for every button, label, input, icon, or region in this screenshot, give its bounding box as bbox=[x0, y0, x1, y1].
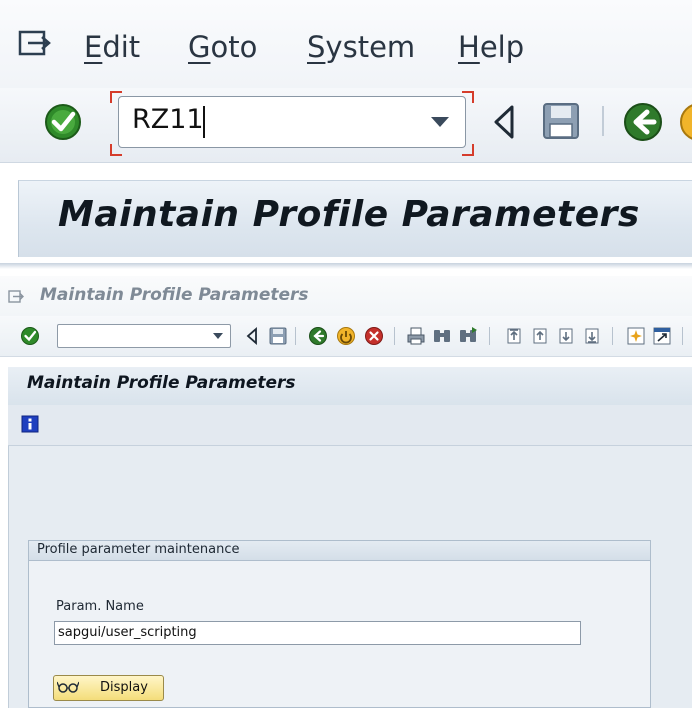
save-icon[interactable] bbox=[541, 102, 581, 140]
page-title: Maintain Profile Parameters bbox=[58, 194, 640, 235]
toolbar-separator bbox=[612, 327, 613, 345]
menu-item-edit[interactable]: Edit bbox=[84, 30, 140, 64]
window-title: Maintain Profile Parameters bbox=[40, 285, 309, 305]
back-icon[interactable] bbox=[622, 101, 664, 143]
screen-title: Maintain Profile Parameters bbox=[27, 373, 296, 393]
menu-item-goto[interactable]: Goto bbox=[188, 30, 257, 64]
back-triangle-icon[interactable] bbox=[492, 104, 516, 140]
command-field-value: RZ11 bbox=[132, 104, 204, 135]
last-page-icon[interactable] bbox=[582, 326, 602, 346]
toolbar-separator bbox=[295, 327, 296, 345]
dropdown-arrow-icon[interactable] bbox=[430, 116, 450, 128]
glasses-icon bbox=[57, 681, 79, 693]
save-icon[interactable] bbox=[268, 326, 288, 346]
exit-icon[interactable] bbox=[678, 101, 692, 143]
toolbar-separator bbox=[394, 327, 395, 345]
toolbar-separator bbox=[489, 327, 490, 345]
menu-icon[interactable] bbox=[18, 30, 52, 58]
back-icon[interactable] bbox=[308, 326, 328, 346]
back-triangle-icon[interactable] bbox=[242, 326, 262, 346]
exit-icon[interactable] bbox=[336, 326, 356, 346]
menu-item-help[interactable]: Help bbox=[458, 30, 524, 64]
previous-page-icon[interactable] bbox=[530, 326, 550, 346]
application-toolbar bbox=[8, 405, 692, 446]
find-next-icon[interactable] bbox=[458, 326, 478, 346]
info-icon[interactable] bbox=[21, 415, 39, 433]
enter-icon[interactable] bbox=[43, 102, 83, 142]
display-button-label: Display bbox=[100, 680, 148, 695]
shortcut-icon[interactable] bbox=[652, 326, 672, 346]
menu-icon[interactable] bbox=[8, 290, 24, 304]
create-session-icon[interactable] bbox=[626, 326, 646, 346]
print-icon[interactable] bbox=[406, 326, 426, 346]
next-page-icon[interactable] bbox=[556, 326, 576, 346]
dropdown-arrow-icon[interactable] bbox=[213, 333, 223, 340]
enter-icon[interactable] bbox=[20, 326, 40, 346]
toolbar-separator bbox=[602, 106, 604, 136]
param-name-input[interactable]: sapgui/user_scripting bbox=[54, 621, 581, 645]
param-name-label: Param. Name bbox=[56, 599, 144, 614]
cancel-icon[interactable] bbox=[364, 326, 384, 346]
divider bbox=[0, 263, 692, 269]
menu-item-system[interactable]: System bbox=[307, 30, 415, 64]
find-icon[interactable] bbox=[432, 326, 452, 346]
first-page-icon[interactable] bbox=[504, 326, 524, 346]
command-field[interactable] bbox=[57, 324, 231, 348]
toolbar-separator bbox=[682, 327, 683, 345]
text-caret bbox=[203, 106, 205, 138]
group-title: Profile parameter maintenance bbox=[37, 542, 240, 557]
